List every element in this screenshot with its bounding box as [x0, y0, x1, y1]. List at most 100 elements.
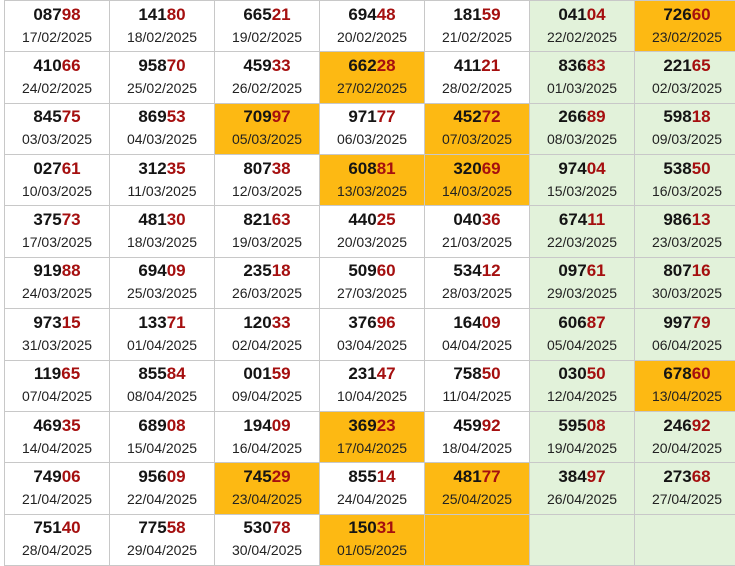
result-number-tail: 81 [376, 158, 396, 178]
result-number: 45272 [425, 107, 529, 127]
result-cell: 53078 30/04/2025 [214, 513, 320, 566]
result-number: 18159 [425, 5, 529, 25]
result-cell: 15031 01/05/2025 [319, 513, 425, 566]
result-number: 60687 [530, 313, 634, 333]
result-number: 50960 [320, 261, 424, 281]
result-date: 17/03/2025 [21, 234, 93, 251]
result-date: 02/04/2025 [231, 336, 303, 353]
result-number-head: 133 [138, 312, 167, 332]
result-number: 91988 [5, 261, 109, 281]
result-number-head: 030 [558, 364, 587, 384]
table-row: 97315 31/03/2025 13371 01/04/2025 12033 02/04… [4, 308, 735, 361]
result-date: 10/03/2025 [21, 182, 93, 199]
result-number-tail: 84 [166, 364, 186, 384]
result-date: 28/02/2025 [441, 80, 513, 97]
result-date: 11/03/2025 [127, 182, 197, 199]
result-number: 60881 [320, 159, 424, 179]
result-cell: 03050 12/04/2025 [529, 359, 635, 412]
result-cell: 46935 14/04/2025 [4, 410, 110, 464]
result-cell: 67411 22/03/2025 [529, 205, 635, 258]
result-number-tail: 77 [376, 107, 396, 127]
result-number-tail: 47 [376, 364, 396, 384]
result-cell: 84575 03/03/2025 [4, 102, 110, 156]
result-number-tail: 61 [586, 261, 606, 281]
result-date: 13/03/2025 [336, 182, 408, 199]
result-number-head: 836 [558, 56, 587, 76]
result-number: 68908 [110, 416, 214, 436]
result-number-tail: 97 [586, 466, 606, 486]
result-number: 15031 [320, 518, 424, 538]
result-date: 01/03/2025 [546, 80, 618, 97]
result-cell: 45272 07/03/2025 [424, 102, 530, 156]
result-date: 23/03/2025 [651, 234, 723, 251]
result-cell: 91988 24/03/2025 [4, 256, 110, 310]
result-date: 15/03/2025 [546, 182, 618, 199]
result-number: 83683 [530, 56, 634, 76]
result-number: 11965 [5, 364, 109, 384]
result-number: 12033 [215, 313, 319, 333]
result-number: 24692 [635, 416, 735, 436]
result-number: 77558 [110, 518, 214, 538]
table-row: 91988 24/03/2025 69409 25/03/2025 23518 26/03… [4, 256, 735, 310]
result-date: 08/03/2025 [546, 131, 618, 148]
results-table-body: 08798 17/02/2025 14180 18/02/2025 66521 19/02… [4, 0, 735, 566]
result-number-head: 694 [348, 4, 377, 24]
result-date: 26/04/2025 [546, 490, 618, 507]
result-number: 95609 [110, 467, 214, 487]
result-number: 95870 [110, 56, 214, 76]
result-number-head: 235 [243, 261, 272, 281]
result-number-head: 775 [138, 518, 167, 538]
result-cell: 70997 05/03/2025 [214, 102, 320, 156]
result-number-head: 807 [663, 261, 692, 281]
result-date: 08/04/2025 [126, 388, 198, 405]
result-cell: 60687 05/04/2025 [529, 308, 635, 361]
result-date: 01/05/2025 [336, 542, 408, 559]
result-cell: 74529 23/04/2025 [214, 462, 320, 515]
result-number-tail: 18 [691, 107, 711, 127]
result-number-tail: 72 [481, 107, 501, 127]
result-cell: 68908 15/04/2025 [109, 410, 215, 464]
result-number-head: 181 [453, 4, 482, 24]
result-number: 53412 [425, 261, 529, 281]
result-number: 69448 [320, 5, 424, 25]
result-number: 23147 [320, 364, 424, 384]
result-cell: 48130 18/03/2025 [109, 205, 215, 258]
result-cell: 98613 23/03/2025 [634, 205, 735, 258]
result-number-tail: 80 [166, 4, 186, 24]
result-cell: 95609 22/04/2025 [109, 462, 215, 515]
result-cell: 41066 24/02/2025 [4, 51, 110, 104]
result-number-head: 530 [243, 518, 272, 538]
result-number-tail: 08 [586, 415, 606, 435]
result-number: 80738 [215, 159, 319, 179]
result-number: 84575 [5, 107, 109, 127]
result-cell: 44025 20/03/2025 [319, 205, 425, 258]
result-cell: 12033 02/04/2025 [214, 308, 320, 361]
table-row: 08798 17/02/2025 14180 18/02/2025 66521 19/02… [4, 0, 735, 53]
result-number: 37696 [320, 313, 424, 333]
result-number-tail: 04 [586, 158, 606, 178]
result-number: 22165 [635, 56, 735, 76]
result-number-head: 452 [453, 107, 482, 127]
result-number: 80716 [635, 261, 735, 281]
result-number: 66228 [320, 56, 424, 76]
result-cell: 31235 11/03/2025 [109, 154, 215, 207]
result-number-head: 845 [33, 107, 62, 127]
result-number-head: 312 [138, 158, 167, 178]
result-number-tail: 83 [586, 56, 606, 76]
result-number-tail: 58 [166, 518, 186, 538]
result-date: 22/02/2025 [546, 28, 618, 45]
result-date: 24/04/2025 [336, 490, 408, 507]
result-number-tail: 21 [481, 56, 501, 76]
table-row: 37573 17/03/2025 48130 18/03/2025 82163 19/03… [4, 205, 735, 258]
result-cell: 69409 25/03/2025 [109, 256, 215, 310]
result-number-tail: 35 [166, 158, 186, 178]
result-number: 82163 [215, 210, 319, 230]
result-date: 18/04/2025 [441, 439, 513, 456]
result-number-tail: 16 [691, 261, 711, 281]
result-cell: 50960 27/03/2025 [319, 256, 425, 310]
result-cell: 37696 03/04/2025 [319, 308, 425, 361]
result-number: 70997 [215, 107, 319, 127]
result-number-head: 509 [348, 261, 377, 281]
result-cell: 45933 26/02/2025 [214, 51, 320, 104]
result-date: 02/03/2025 [651, 80, 723, 97]
